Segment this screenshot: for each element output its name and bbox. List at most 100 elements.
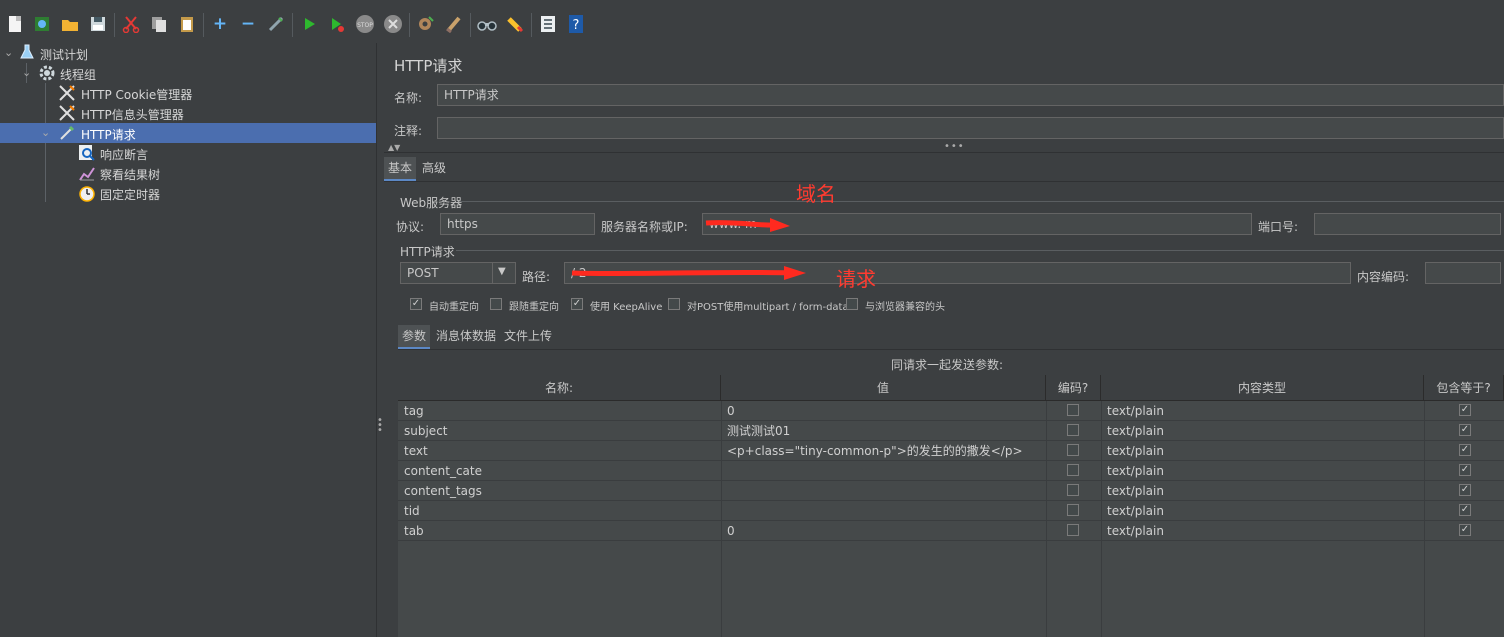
stop-icon[interactable]: STOP xyxy=(354,13,376,35)
param-value-cell[interactable] xyxy=(721,481,1046,501)
protocol-input[interactable]: https xyxy=(440,213,595,235)
table-row[interactable]: content_tags text/plain ✓ xyxy=(398,481,1504,501)
table-row[interactable]: content_cate text/plain ✓ xyxy=(398,461,1504,481)
param-value-cell[interactable]: 0 xyxy=(721,401,1046,421)
templates-icon[interactable] xyxy=(31,13,53,35)
reset-search-icon[interactable] xyxy=(504,13,526,35)
table-row[interactable]: tid text/plain ✓ xyxy=(398,501,1504,521)
include-equals-checkbox[interactable]: ✓ xyxy=(1459,504,1471,516)
chevron-down-icon[interactable]: ⌄ xyxy=(4,46,13,59)
save-icon[interactable] xyxy=(87,13,109,35)
tab-advanced[interactable]: 高级 xyxy=(418,157,450,179)
tab-basic[interactable]: 基本 xyxy=(384,157,417,181)
help-icon[interactable]: ? xyxy=(565,13,587,35)
test-plan-tree: ⌄ 测试计划 ⌄ 线程组 HTTP Cookie管理器 HTTP信息头管理器 ⌄… xyxy=(0,43,376,637)
content-type-cell[interactable]: text/plain xyxy=(1101,521,1424,541)
param-value-cell[interactable] xyxy=(721,501,1046,521)
search-icon[interactable] xyxy=(476,13,498,35)
content-type-cell[interactable]: text/plain xyxy=(1101,401,1424,421)
chevron-down-icon[interactable]: ▼ xyxy=(498,266,506,277)
param-name-cell[interactable]: tab xyxy=(398,521,721,541)
auto-redirect-checkbox[interactable]: ✓ xyxy=(410,298,422,310)
tree-item-view-results-tree[interactable]: 察看结果树 xyxy=(0,163,376,183)
table-row[interactable]: tab 0 text/plain ✓ xyxy=(398,521,1504,541)
content-type-cell[interactable]: text/plain xyxy=(1101,461,1424,481)
encode-checkbox[interactable] xyxy=(1067,464,1079,476)
encode-checkbox[interactable] xyxy=(1067,504,1079,516)
keepalive-checkbox[interactable]: ✓ xyxy=(571,298,583,310)
column-header-value[interactable]: 值 xyxy=(721,375,1046,401)
chevron-down-icon[interactable]: ⌄ xyxy=(22,66,31,79)
encode-checkbox[interactable] xyxy=(1067,404,1079,416)
group-border xyxy=(460,201,1504,202)
toggle-icon[interactable] xyxy=(265,13,287,35)
open-icon[interactable] xyxy=(59,13,81,35)
column-header-encode[interactable]: 编码? xyxy=(1046,375,1101,401)
encode-checkbox[interactable] xyxy=(1067,484,1079,496)
tree-item-test-plan[interactable]: ⌄ 测试计划 xyxy=(0,43,376,63)
tree-item-cookie-manager[interactable]: HTTP Cookie管理器 xyxy=(0,83,376,103)
encode-checkbox[interactable] xyxy=(1067,524,1079,536)
include-equals-checkbox[interactable]: ✓ xyxy=(1459,464,1471,476)
column-header-name[interactable]: 名称: xyxy=(398,375,721,401)
param-name-cell[interactable]: tid xyxy=(398,501,721,521)
drag-handle-icon[interactable]: ••• xyxy=(944,141,965,152)
include-equals-checkbox[interactable]: ✓ xyxy=(1459,524,1471,536)
param-name-cell[interactable]: content_tags xyxy=(398,481,721,501)
include-equals-checkbox[interactable]: ✓ xyxy=(1459,444,1471,456)
param-value-cell[interactable] xyxy=(721,461,1046,481)
shutdown-icon[interactable] xyxy=(382,13,404,35)
content-type-cell[interactable]: text/plain xyxy=(1101,441,1424,461)
param-name-cell[interactable]: text xyxy=(398,441,721,461)
content-encoding-input[interactable] xyxy=(1425,262,1501,284)
start-icon[interactable] xyxy=(298,13,320,35)
content-type-cell[interactable]: text/plain xyxy=(1101,481,1424,501)
chevron-down-icon[interactable]: ⌄ xyxy=(41,126,50,139)
param-name-cell[interactable]: content_cate xyxy=(398,461,721,481)
collapse-icon[interactable]: − xyxy=(237,13,259,35)
tab-body-data[interactable]: 消息体数据 xyxy=(432,325,500,347)
encode-checkbox[interactable] xyxy=(1067,444,1079,456)
tree-item-response-assertion[interactable]: 响应断言 xyxy=(0,143,376,163)
column-header-content-type[interactable]: 内容类型 xyxy=(1101,375,1424,401)
table-row[interactable]: text <p+class="tiny-common-p">的发生的的撒发</p… xyxy=(398,441,1504,461)
collapse-arrows-icon[interactable]: ▲▼ xyxy=(388,143,400,152)
include-equals-checkbox[interactable]: ✓ xyxy=(1459,424,1471,436)
copy-icon[interactable] xyxy=(148,13,170,35)
function-helper-icon[interactable] xyxy=(537,13,559,35)
comment-input[interactable] xyxy=(437,117,1504,139)
expand-icon[interactable]: + xyxy=(209,13,231,35)
param-name-cell[interactable]: subject xyxy=(398,421,721,441)
paste-icon[interactable] xyxy=(176,13,198,35)
param-name-cell[interactable]: tag xyxy=(398,401,721,421)
param-value-cell[interactable]: 测试测试01 xyxy=(721,421,1046,441)
tree-item-http-request[interactable]: ⌄ HTTP请求 xyxy=(0,123,376,143)
include-equals-checkbox[interactable]: ✓ xyxy=(1459,404,1471,416)
content-type-cell[interactable]: text/plain xyxy=(1101,421,1424,441)
drag-handle-icon[interactable]: ••• xyxy=(377,416,383,436)
param-value-cell[interactable]: 0 xyxy=(721,521,1046,541)
include-equals-checkbox[interactable]: ✓ xyxy=(1459,484,1471,496)
tree-item-thread-group[interactable]: ⌄ 线程组 xyxy=(0,63,376,83)
follow-redirect-checkbox[interactable] xyxy=(490,298,502,310)
name-input[interactable]: HTTP请求 xyxy=(437,84,1504,106)
clear-icon[interactable] xyxy=(415,13,437,35)
table-row[interactable]: subject 测试测试01 text/plain ✓ xyxy=(398,421,1504,441)
name-label: 名称: xyxy=(394,91,423,105)
browser-headers-checkbox[interactable] xyxy=(846,298,858,310)
tree-item-constant-timer[interactable]: 固定定时器 xyxy=(0,183,376,203)
tab-parameters[interactable]: 参数 xyxy=(398,325,431,349)
encode-checkbox[interactable] xyxy=(1067,424,1079,436)
clear-all-icon[interactable] xyxy=(443,13,465,35)
column-header-include-equals[interactable]: 包含等于? xyxy=(1424,375,1504,401)
tab-files-upload[interactable]: 文件上传 xyxy=(500,325,556,347)
tree-item-header-manager[interactable]: HTTP信息头管理器 xyxy=(0,103,376,123)
new-icon[interactable] xyxy=(4,13,26,35)
cut-icon[interactable] xyxy=(120,13,142,35)
content-type-cell[interactable]: text/plain xyxy=(1101,501,1424,521)
port-input[interactable] xyxy=(1314,213,1501,235)
start-no-pause-icon[interactable] xyxy=(326,13,348,35)
multipart-checkbox[interactable] xyxy=(668,298,680,310)
param-value-cell[interactable]: <p+class="tiny-common-p">的发生的的撒发</p> xyxy=(721,441,1046,461)
table-row[interactable]: tag 0 text/plain ✓ xyxy=(398,401,1504,421)
